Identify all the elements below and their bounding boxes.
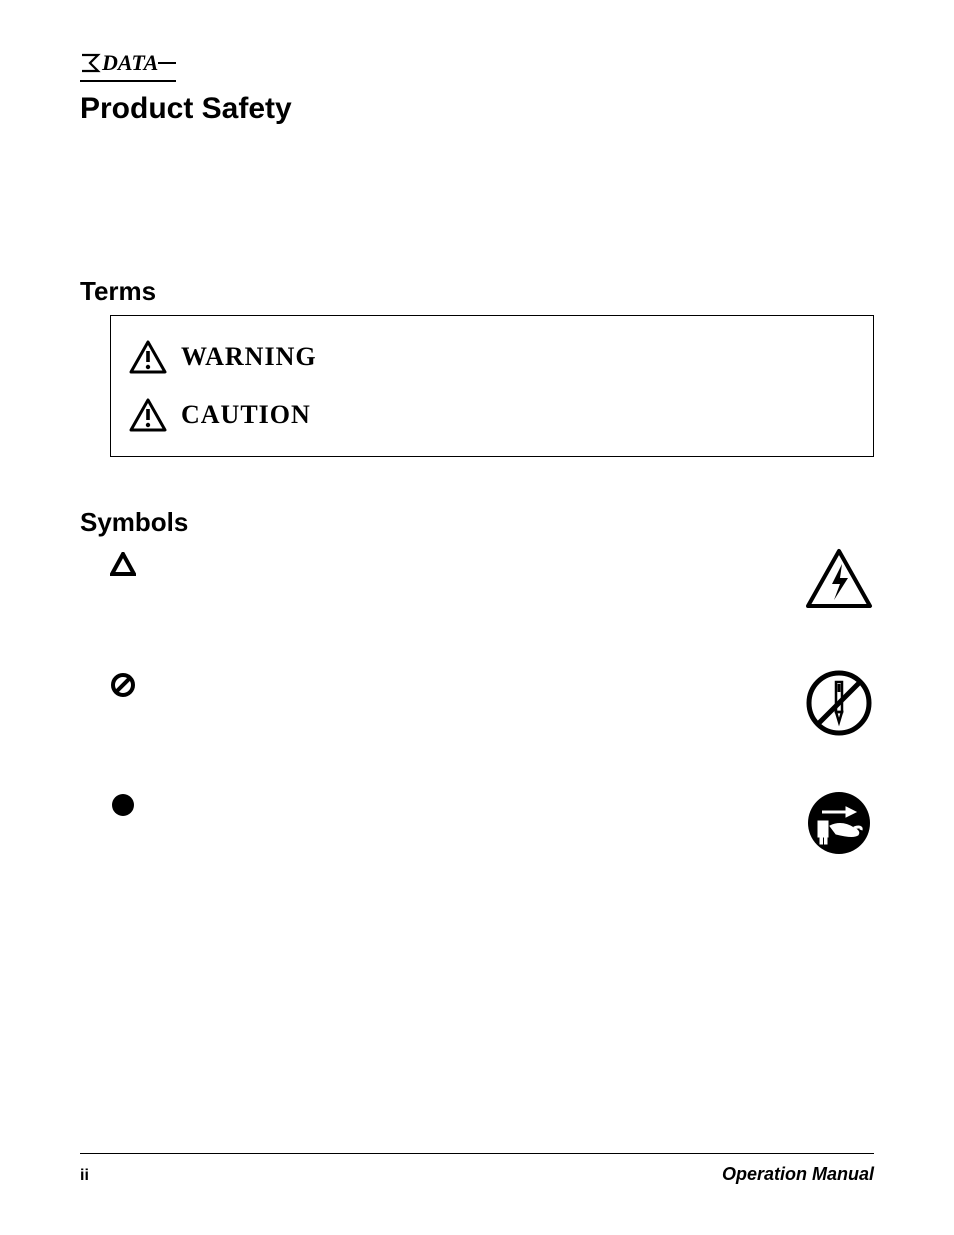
caution-triangle-icon	[129, 398, 167, 432]
terms-heading: Terms	[80, 276, 874, 307]
page-number: ii	[80, 1167, 89, 1185]
logo-trailing-line-icon	[158, 53, 176, 73]
page-title: Product Safety	[80, 92, 874, 126]
sigma-icon	[80, 53, 102, 73]
page: DATA Product Safety Terms WARNING CA	[0, 0, 954, 1235]
symbols-area	[110, 548, 874, 858]
logo: DATA	[80, 50, 176, 82]
footer-rule	[80, 1153, 874, 1154]
symbol-row-2	[110, 668, 874, 738]
warning-label: WARNING	[181, 342, 317, 372]
triangle-outline-icon	[110, 552, 136, 576]
prohibition-icon	[110, 672, 136, 698]
term-caution-row: CAUTION	[129, 398, 855, 432]
warning-triangle-icon	[129, 340, 167, 374]
filled-circle-icon	[110, 792, 136, 818]
unplug-icon	[804, 788, 874, 858]
doc-title: Operation Manual	[722, 1164, 874, 1185]
caution-label: CAUTION	[181, 400, 311, 430]
high-voltage-triangle-icon	[804, 548, 874, 610]
logo-text: DATA	[102, 50, 158, 76]
terms-box: WARNING CAUTION	[110, 315, 874, 457]
symbols-heading: Symbols	[80, 507, 874, 538]
header: DATA Product Safety	[80, 50, 874, 126]
no-disassembly-icon	[804, 668, 874, 738]
symbol-row-3	[110, 788, 874, 858]
symbol-row-1	[110, 548, 874, 618]
term-warning-row: WARNING	[129, 340, 855, 374]
footer: ii Operation Manual	[80, 1153, 874, 1185]
